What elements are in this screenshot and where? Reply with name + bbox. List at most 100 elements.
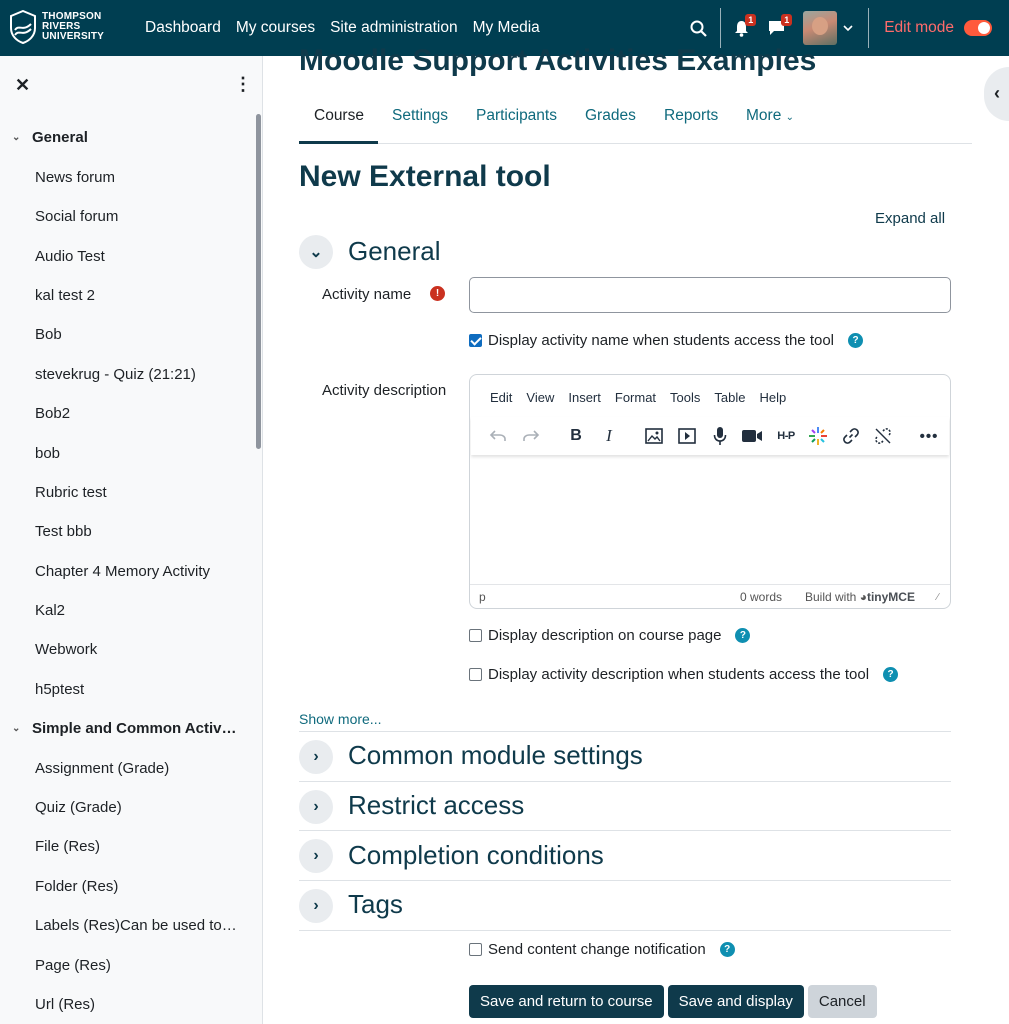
section-completion-conditions-title[interactable]: Completion conditions bbox=[348, 840, 604, 871]
drawer-item[interactable]: Bob bbox=[35, 326, 62, 343]
drawer-section-general[interactable]: ⌄ General bbox=[12, 129, 88, 146]
help-icon[interactable]: ? bbox=[883, 667, 899, 682]
video-camera-icon[interactable] bbox=[741, 425, 763, 447]
editor-menu-tools[interactable]: Tools bbox=[670, 390, 700, 405]
unlink-icon[interactable] bbox=[872, 425, 894, 447]
save-and-display-button[interactable]: Save and display bbox=[667, 985, 804, 1018]
editor-menu-format[interactable]: Format bbox=[615, 390, 656, 405]
shield-logo-icon bbox=[10, 10, 36, 44]
notifications-bell-icon[interactable]: 1 bbox=[734, 13, 757, 37]
close-drawer-button[interactable]: ✕ bbox=[15, 75, 30, 96]
user-avatar[interactable] bbox=[803, 11, 838, 45]
drawer-item[interactable]: Bob2 bbox=[35, 405, 70, 422]
editor-content-area[interactable] bbox=[470, 457, 950, 583]
section-restrict-access-title[interactable]: Restrict access bbox=[348, 790, 524, 821]
chevron-left-icon: ‹ bbox=[994, 83, 1000, 103]
drawer-item[interactable]: bob bbox=[35, 445, 60, 462]
microphone-icon[interactable] bbox=[709, 425, 731, 447]
undo-icon[interactable] bbox=[487, 425, 509, 447]
cancel-button[interactable]: Cancel bbox=[807, 985, 877, 1018]
editor-word-count[interactable]: 0 words bbox=[740, 590, 782, 604]
restrict-access-expand-button[interactable]: › bbox=[299, 790, 333, 824]
redo-icon[interactable] bbox=[520, 425, 542, 447]
drawer-item[interactable]: Rubric test bbox=[35, 484, 107, 501]
tab-course[interactable]: Course bbox=[314, 107, 364, 125]
tab-grades[interactable]: Grades bbox=[585, 107, 636, 125]
section-common-module-title[interactable]: Common module settings bbox=[348, 740, 643, 771]
display-desc-course-checkbox[interactable] bbox=[469, 629, 482, 642]
university-logo[interactable]: THOMPSON RIVERS UNIVERSITY bbox=[10, 10, 104, 44]
drawer-scrollbar[interactable] bbox=[256, 114, 261, 449]
drawer-item[interactable]: Audio Test bbox=[35, 248, 105, 265]
drawer-item[interactable]: Chapter 4 Memory Activity bbox=[35, 563, 210, 580]
drawer-item[interactable]: kal test 2 bbox=[35, 287, 95, 304]
drawer-options-icon[interactable]: ⋮ bbox=[234, 74, 252, 95]
tab-more[interactable]: More ⌄ bbox=[746, 107, 794, 125]
drawer-item[interactable]: Labels (Res)Can be used to… bbox=[35, 917, 237, 934]
drawer-item[interactable]: Quiz (Grade) bbox=[35, 799, 122, 816]
save-and-return-button[interactable]: Save and return to course bbox=[469, 985, 664, 1018]
send-notification-checkbox[interactable] bbox=[469, 943, 482, 956]
editor-menu-view[interactable]: View bbox=[526, 390, 554, 405]
common-module-expand-button[interactable]: › bbox=[299, 740, 333, 774]
messages-icon[interactable]: 1 bbox=[768, 14, 793, 36]
drawer-item[interactable]: Webwork bbox=[35, 641, 97, 658]
chevron-down-icon: ⌄ bbox=[785, 112, 795, 123]
tab-reports[interactable]: Reports bbox=[664, 107, 718, 125]
edit-mode-label: Edit mode bbox=[884, 19, 954, 36]
chevron-down-icon[interactable] bbox=[843, 24, 853, 32]
drawer-item[interactable]: News forum bbox=[35, 169, 115, 186]
nav-my-media[interactable]: My Media bbox=[473, 19, 540, 37]
drawer-item[interactable]: Assignment (Grade) bbox=[35, 760, 169, 777]
search-icon[interactable] bbox=[690, 20, 707, 37]
editor-menu-edit[interactable]: Edit bbox=[490, 390, 512, 405]
section-tags-title[interactable]: Tags bbox=[348, 889, 403, 920]
drawer-item[interactable]: Test bbb bbox=[35, 523, 92, 540]
display-desc-tool-checkbox[interactable] bbox=[469, 668, 482, 681]
help-icon[interactable]: ? bbox=[735, 628, 751, 643]
nav-site-administration[interactable]: Site administration bbox=[330, 19, 458, 37]
tab-participants[interactable]: Participants bbox=[476, 107, 557, 125]
drawer-item[interactable]: File (Res) bbox=[35, 838, 100, 855]
more-options-icon[interactable]: ••• bbox=[918, 425, 940, 447]
media-icon[interactable] bbox=[676, 425, 698, 447]
activity-name-label: Activity name bbox=[322, 286, 412, 303]
drawer-item[interactable]: h5ptest bbox=[35, 681, 84, 698]
expand-all-link[interactable]: Expand all bbox=[875, 210, 945, 227]
editor-toolbar: B I H-P ••• bbox=[471, 417, 949, 455]
show-more-link[interactable]: Show more... bbox=[299, 711, 381, 727]
italic-icon[interactable]: I bbox=[598, 425, 620, 447]
editor-menu-insert[interactable]: Insert bbox=[568, 390, 601, 405]
link-icon[interactable] bbox=[840, 425, 862, 447]
editor-menu-table[interactable]: Table bbox=[714, 390, 745, 405]
send-notification-label: Send content change notification bbox=[488, 941, 706, 958]
image-icon[interactable] bbox=[643, 425, 665, 447]
drawer-item[interactable]: Page (Res) bbox=[35, 957, 111, 974]
tags-expand-button[interactable]: › bbox=[299, 889, 333, 923]
drawer-item[interactable]: Kal2 bbox=[35, 602, 65, 619]
editor-branding[interactable]: Build with ◕tinyMCE bbox=[805, 590, 915, 604]
tab-settings[interactable]: Settings bbox=[392, 107, 448, 125]
drawer-item[interactable]: Url (Res) bbox=[35, 996, 95, 1013]
activity-name-input[interactable] bbox=[469, 277, 951, 313]
resize-handle-icon[interactable]: ∕ bbox=[937, 592, 939, 603]
nav-dashboard[interactable]: Dashboard bbox=[145, 19, 221, 37]
drawer-item[interactable]: Folder (Res) bbox=[35, 878, 118, 895]
bold-icon[interactable]: B bbox=[565, 425, 587, 447]
completion-conditions-expand-button[interactable]: › bbox=[299, 839, 333, 873]
drawer-item[interactable]: stevekrug - Quiz (21:21) bbox=[35, 366, 196, 383]
ai-sparkle-icon[interactable] bbox=[807, 425, 829, 447]
active-tab-indicator bbox=[299, 141, 378, 144]
editor-element-path[interactable]: p bbox=[479, 590, 486, 604]
h5p-icon[interactable]: H-P bbox=[775, 425, 797, 447]
edit-mode-toggle[interactable] bbox=[964, 20, 992, 36]
drawer-section-simple-common[interactable]: ⌄ Simple and Common Activ… bbox=[12, 720, 236, 737]
help-icon[interactable]: ? bbox=[848, 333, 864, 348]
help-icon[interactable]: ? bbox=[719, 942, 735, 957]
open-block-drawer-button[interactable]: ‹ bbox=[984, 67, 1009, 121]
editor-menu-help[interactable]: Help bbox=[759, 390, 786, 405]
nav-my-courses[interactable]: My courses bbox=[236, 19, 315, 37]
display-name-checkbox[interactable] bbox=[469, 334, 482, 347]
drawer-item[interactable]: Social forum bbox=[35, 208, 118, 225]
general-collapse-button[interactable]: ⌄ bbox=[299, 235, 333, 269]
